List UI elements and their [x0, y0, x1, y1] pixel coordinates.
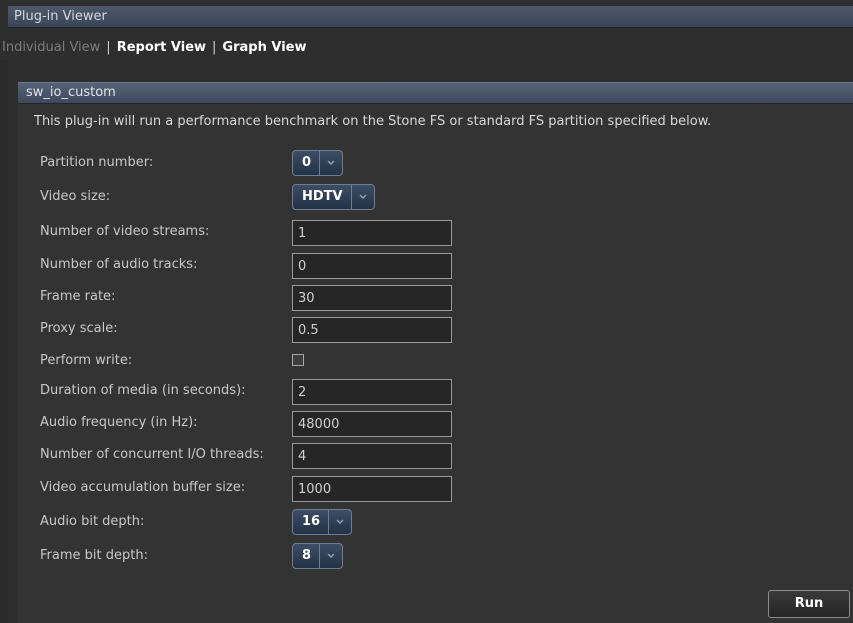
frame-bit-depth-row: Frame bit depth: 8 [40, 543, 520, 570]
audio-bit-depth-select[interactable]: 16 [292, 509, 353, 535]
duration-row: Duration of media (in seconds): [40, 379, 520, 405]
frame-bit-depth-label: Frame bit depth: [40, 548, 148, 563]
tab-report-view[interactable]: Report View [117, 36, 206, 60]
view-tabs: Individual View | Report View | Graph View [0, 36, 306, 60]
chevron-down-icon [329, 509, 351, 535]
tab-individual-view[interactable]: Individual View [2, 36, 100, 60]
frame-bit-depth-select[interactable]: 8 [292, 543, 344, 569]
proxy-scale-row: Proxy scale: [40, 317, 520, 343]
perform-write-row: Perform write: [40, 349, 520, 375]
proxy-scale-label: Proxy scale: [40, 321, 118, 336]
audio-tracks-label: Number of audio tracks: [40, 257, 198, 272]
run-button[interactable]: Run [768, 590, 850, 618]
partition-number-label: Partition number: [40, 155, 154, 170]
video-size-row: Video size: HDTV [40, 184, 520, 211]
video-size-value: HDTV [293, 184, 352, 210]
frame-rate-row: Frame rate: [40, 285, 520, 311]
buffer-size-label: Video accumulation buffer size: [40, 480, 246, 495]
video-size-label: Video size: [40, 189, 111, 204]
video-streams-input[interactable] [292, 220, 452, 246]
partition-number-row: Partition number: 0 [40, 150, 520, 177]
chevron-down-icon [352, 184, 374, 210]
tab-graph-view[interactable]: Graph View [222, 36, 306, 60]
tab-separator: | [212, 40, 217, 55]
video-streams-label: Number of video streams: [40, 224, 210, 239]
video-size-select[interactable]: HDTV [292, 184, 375, 210]
duration-input[interactable] [292, 379, 452, 405]
audio-frequency-input[interactable] [292, 411, 452, 437]
partition-number-select[interactable]: 0 [292, 150, 344, 176]
buffer-size-row: Video accumulation buffer size: [40, 476, 520, 502]
chevron-down-icon [320, 543, 342, 569]
audio-frequency-label: Audio frequency (in Hz): [40, 415, 198, 430]
io-threads-input[interactable] [292, 443, 452, 469]
frame-rate-label: Frame rate: [40, 289, 116, 304]
io-threads-row: Number of concurrent I/O threads: [40, 443, 520, 469]
panel-description: This plug-in will run a performance benc… [34, 114, 712, 129]
tab-separator: | [106, 40, 111, 55]
duration-label: Duration of media (in seconds): [40, 383, 246, 398]
io-threads-label: Number of concurrent I/O threads: [40, 447, 264, 462]
video-streams-row: Number of video streams: [40, 220, 520, 246]
buffer-size-input[interactable] [292, 476, 452, 502]
plugin-panel: sw_io_custom This plug-in will run a per… [18, 82, 853, 623]
audio-frequency-row: Audio frequency (in Hz): [40, 411, 520, 437]
window-title: Plug-in Viewer [8, 6, 853, 28]
audio-tracks-input[interactable] [292, 253, 452, 279]
audio-bit-depth-value: 16 [293, 509, 330, 535]
perform-write-checkbox[interactable] [292, 354, 304, 366]
audio-bit-depth-row: Audio bit depth: 16 [40, 509, 520, 536]
audio-tracks-row: Number of audio tracks: [40, 253, 520, 279]
frame-bit-depth-value: 8 [293, 543, 321, 569]
partition-number-value: 0 [293, 150, 321, 176]
left-gutter [0, 60, 8, 623]
proxy-scale-input[interactable] [292, 317, 452, 343]
panel-title: sw_io_custom [18, 82, 853, 104]
perform-write-label: Perform write: [40, 353, 133, 368]
audio-bit-depth-label: Audio bit depth: [40, 514, 145, 529]
frame-rate-input[interactable] [292, 285, 452, 311]
chevron-down-icon [320, 150, 342, 176]
